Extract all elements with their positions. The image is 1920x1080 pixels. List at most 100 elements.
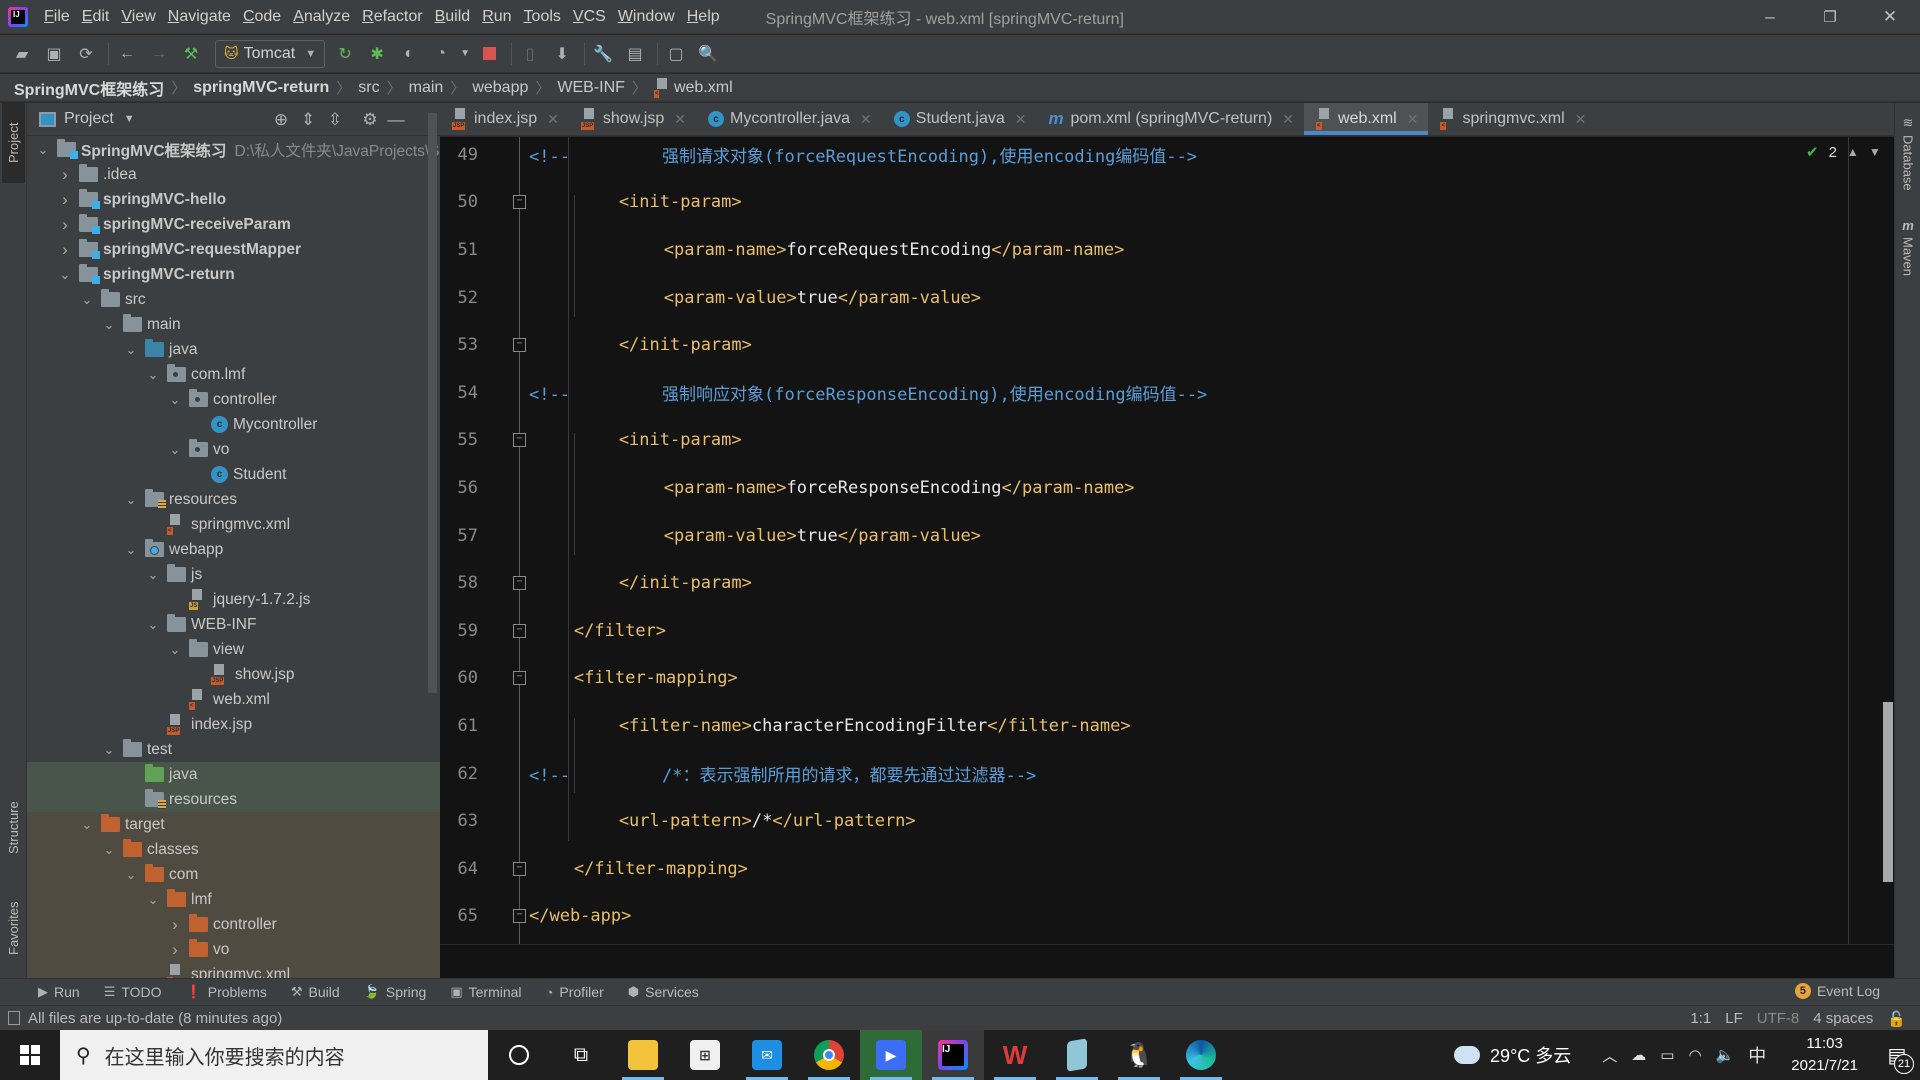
chevron-down-icon[interactable]: ⌄ <box>79 292 95 308</box>
tree-node[interactable]: ⌄ java <box>27 337 440 362</box>
taskbar-app-edge[interactable] <box>1170 1030 1232 1080</box>
breadcrumb-item[interactable]: webapp <box>472 79 528 97</box>
chevron-down-icon[interactable]: ⌄ <box>145 892 161 908</box>
code-editor[interactable]: 49 <!-- 强制请求对象(forceRequestEncoding),使用en… <box>440 137 1894 944</box>
menu-file[interactable]: File <box>38 0 76 34</box>
chevron-right-icon[interactable]: › <box>167 940 183 960</box>
inspection-widget[interactable]: ✔ 2 ▲ ▼ <box>1806 143 1881 162</box>
fold-close-icon[interactable]: − <box>513 338 526 353</box>
tool-window-terminal[interactable]: ▣ Terminal <box>450 984 521 1000</box>
stop-icon[interactable] <box>475 40 503 68</box>
weather-widget[interactable]: 29°C 多云 <box>1451 1040 1571 1068</box>
status-message[interactable]: All files are up-to-date (8 minutes ago) <box>8 1010 282 1027</box>
tool-window-services[interactable]: ⬢ Services <box>628 984 699 1000</box>
breadcrumb-item[interactable]: src <box>358 79 379 97</box>
caret-position[interactable]: 1:1 <box>1690 1010 1711 1028</box>
tool-window-profiler[interactable]: ◔ Profiler <box>546 984 604 1000</box>
taskbar-search[interactable]: ⚲ 在这里输入你要搜索的内容 <box>60 1030 488 1080</box>
tree-node[interactable]: java <box>27 762 440 787</box>
wifi-icon[interactable]: ◠ <box>1688 1046 1701 1064</box>
fold-close-icon[interactable]: − <box>513 623 526 638</box>
breadcrumb-item[interactable]: SpringMVC框架练习 <box>14 76 164 100</box>
menu-tools[interactable]: Tools <box>518 0 567 34</box>
tool-window-run[interactable]: ▶ Run <box>38 984 80 1000</box>
forward-icon[interactable]: → <box>145 40 173 68</box>
notification-center-button[interactable]: ▤ 21 <box>1874 1030 1920 1080</box>
tree-node[interactable]: springmvc.xml <box>27 962 440 978</box>
close-tab-icon[interactable]: ✕ <box>547 111 559 128</box>
volume-icon[interactable]: 🔈 <box>1716 1046 1735 1064</box>
onedrive-icon[interactable]: ☁ <box>1631 1046 1646 1064</box>
close-tab-icon[interactable]: ✕ <box>860 111 872 128</box>
fold-open-icon[interactable]: − <box>513 433 526 448</box>
chevron-down-icon[interactable]: ⌄ <box>123 342 139 358</box>
fold-close-icon[interactable]: − <box>513 909 526 924</box>
previous-highlight-icon[interactable]: ▲ <box>1847 145 1859 159</box>
menu-analyze[interactable]: Analyze <box>287 0 356 34</box>
sync-icon[interactable]: ⟳ <box>72 40 100 68</box>
project-tree-scrollbar[interactable] <box>428 113 437 693</box>
lock-icon[interactable]: 🔓 <box>1887 1010 1906 1028</box>
chevron-down-icon[interactable]: ⌄ <box>167 442 183 458</box>
clock[interactable]: 11:03 2021/7/21 <box>1791 1033 1858 1077</box>
tree-node[interactable]: ⌄ src <box>27 287 440 312</box>
chevron-right-icon[interactable]: › <box>57 190 73 210</box>
tool-window-spring[interactable]: 🍃 Spring <box>364 984 427 1000</box>
editor-tab[interactable]: c Mycontroller.java ✕ <box>696 103 882 135</box>
profile-icon[interactable]: ◔ <box>427 40 455 68</box>
tree-node[interactable]: ⌄ controller <box>27 387 440 412</box>
tree-node[interactable]: ⌄ vo <box>27 437 440 462</box>
tool-tab-maven[interactable]: m Maven <box>1898 218 1918 298</box>
menu-window[interactable]: Window <box>612 0 681 34</box>
start-button[interactable] <box>0 1030 60 1080</box>
tree-node[interactable]: ⌄ springMVC-return <box>27 262 440 287</box>
editor-tab[interactable]: c Student.java ✕ <box>882 103 1037 135</box>
expand-all-icon[interactable]: ⇕ <box>297 109 319 131</box>
menu-vcs[interactable]: VCS <box>567 0 612 34</box>
taskbar-app-notepad[interactable] <box>1046 1030 1108 1080</box>
taskbar-app-file-explorer[interactable] <box>612 1030 674 1080</box>
project-structure-icon[interactable]: ▤ <box>621 40 649 68</box>
taskbar-app-chrome[interactable] <box>798 1030 860 1080</box>
tree-node[interactable]: › controller <box>27 912 440 937</box>
breadcrumb-item[interactable]: WEB-INF <box>557 79 625 97</box>
tree-node[interactable]: ⌄ main <box>27 312 440 337</box>
tree-node[interactable]: ⌄ view <box>27 637 440 662</box>
tree-node[interactable]: ⌄ webapp <box>27 537 440 562</box>
fold-open-icon[interactable]: − <box>513 195 526 210</box>
chevron-down-icon[interactable]: ⌄ <box>167 642 183 658</box>
project-view-selector[interactable]: Project <box>64 110 114 128</box>
breadcrumb-item[interactable]: springMVC-return <box>193 79 329 97</box>
taskbar-app-qq[interactable]: 🐧 <box>1108 1030 1170 1080</box>
fold-open-icon[interactable]: − <box>513 671 526 686</box>
chevron-down-icon[interactable]: ▼ <box>124 113 135 125</box>
tree-node[interactable]: ⌄ js <box>27 562 440 587</box>
tree-node[interactable]: › springMVC-receiveParam <box>27 212 440 237</box>
tool-tab-favorites[interactable]: Favorites <box>2 883 25 973</box>
editor-tab[interactable]: m pom.xml (springMVC-return) ✕ <box>1036 103 1304 135</box>
tree-node[interactable]: › vo <box>27 937 440 962</box>
chevron-down-icon[interactable]: ⌄ <box>101 742 117 758</box>
editor-tab[interactable]: show.jsp ✕ <box>569 103 696 135</box>
tree-node[interactable]: ⌄ com.lmf <box>27 362 440 387</box>
tree-node[interactable]: ⌄ lmf <box>27 887 440 912</box>
tree-node[interactable]: ⌄ resources <box>27 487 440 512</box>
tool-tab-project[interactable]: Project <box>2 103 25 183</box>
tree-node[interactable]: ⌄ test <box>27 737 440 762</box>
chevron-right-icon[interactable]: › <box>57 215 73 235</box>
tree-node[interactable]: › springMVC-hello <box>27 187 440 212</box>
taskbar-app-microsoft-store[interactable]: ⊞ <box>674 1030 736 1080</box>
chevron-down-icon[interactable]: ⌄ <box>101 317 117 333</box>
menu-build[interactable]: Build <box>429 0 477 34</box>
tree-node[interactable]: ⌄ SpringMVC框架练习 D:\私人文件夹\JavaProjects\S <box>27 137 440 162</box>
editor-scrollbar[interactable] <box>1883 702 1893 882</box>
debug-icon[interactable]: ✱ <box>363 40 391 68</box>
tree-node[interactable]: web.xml <box>27 687 440 712</box>
fold-close-icon[interactable]: − <box>513 576 526 591</box>
gear-icon[interactable]: ⚙ <box>359 109 381 131</box>
close-tab-icon[interactable]: ✕ <box>1015 111 1027 128</box>
tree-node[interactable]: index.jsp <box>27 712 440 737</box>
tree-node[interactable]: ⌄ classes <box>27 837 440 862</box>
tree-node[interactable]: ⌄ WEB-INF <box>27 612 440 637</box>
tree-node[interactable]: ⌄ com <box>27 862 440 887</box>
